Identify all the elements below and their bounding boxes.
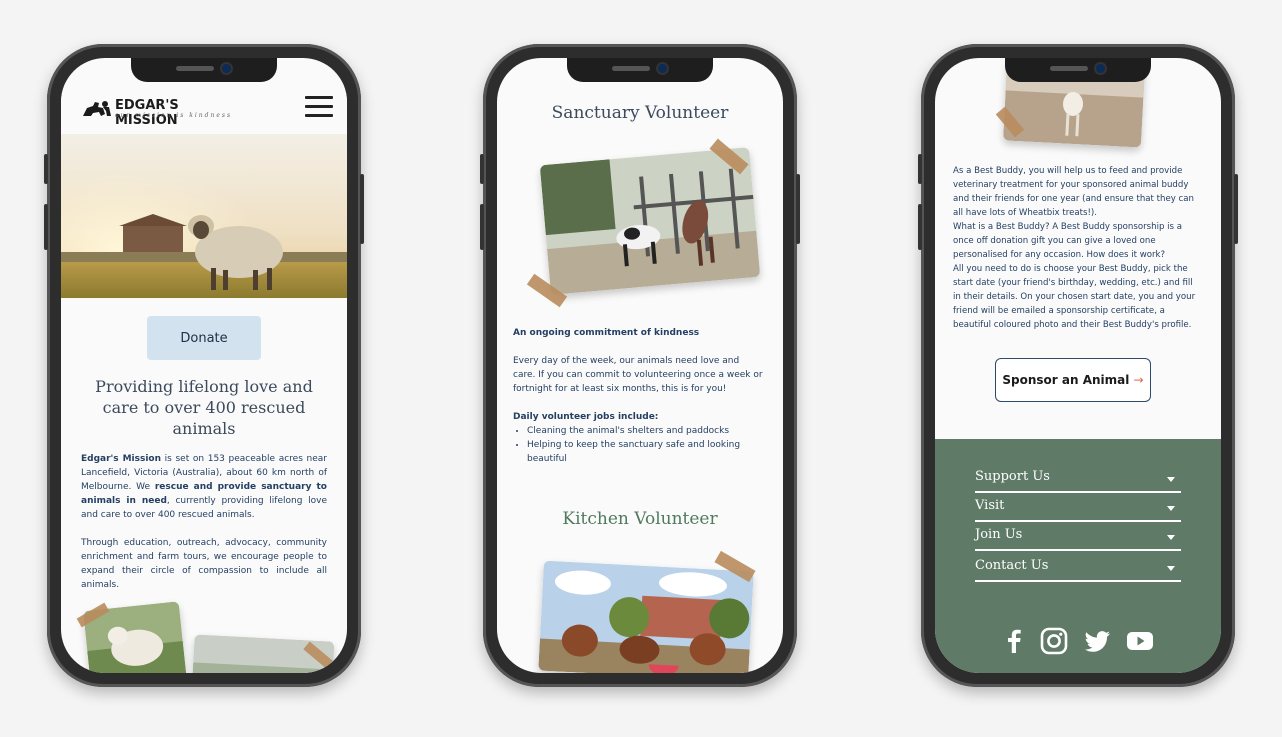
footer-accordion-visit[interactable]: Visit	[975, 496, 1181, 522]
best-buddy-description: As a Best Buddy, you will help us to fee…	[953, 164, 1203, 332]
site-header: EDGAR'S MISSION our mission is kindness	[61, 82, 347, 134]
arrow-right-icon: →	[1133, 373, 1144, 387]
twitter-icon[interactable]	[1083, 626, 1113, 656]
phone-mockup-home: EDGAR'S MISSION our mission is kindness	[44, 44, 364, 687]
logo-icon	[83, 101, 111, 116]
footer-accordion-join[interactable]: Join Us	[975, 525, 1181, 551]
donate-button[interactable]: Donate	[147, 316, 261, 360]
phone-screen: As a Best Buddy, you will help us to fee…	[935, 58, 1221, 673]
jobs-list: Cleaning the animal's shelters and paddo…	[513, 424, 763, 466]
best-buddy-para-1: As a Best Buddy, you will help us to fee…	[953, 166, 1194, 218]
phone-notch	[567, 58, 713, 82]
phone-screen: Sanctuary Volunteer An ongoing commitmen…	[497, 58, 783, 673]
sponsor-button-label: Sponsor an Animal	[1002, 373, 1130, 387]
hero-sheep-image	[61, 134, 347, 298]
jobs-heading: Daily volunteer jobs include:	[513, 412, 659, 422]
caret-down-icon	[1167, 535, 1175, 540]
footer-accordion-label: Support Us	[975, 469, 1050, 484]
brand-tagline: our mission is kindness	[115, 112, 233, 119]
footer-accordion-contact[interactable]: Contact Us	[975, 556, 1181, 582]
site-footer: Support Us Visit Join Us Contact Us	[935, 439, 1221, 673]
sheep-field-photo	[61, 134, 347, 298]
phone-mockup-sponsor: As a Best Buddy, you will help us to fee…	[918, 44, 1238, 687]
instagram-icon[interactable]	[1039, 626, 1069, 656]
footer-accordion-label: Contact Us	[975, 558, 1049, 573]
phone-screen: EDGAR'S MISSION our mission is kindness	[61, 58, 347, 673]
section-title-kitchen: Kitchen Volunteer	[562, 509, 718, 529]
list-item: Helping to keep the sanctuary safe and l…	[527, 438, 763, 466]
phone-mockup-volunteer: Sanctuary Volunteer An ongoing commitmen…	[480, 44, 800, 687]
best-buddy-para-2: What is a Best Buddy? A Best Buddy spons…	[953, 222, 1183, 260]
intro-heading: An ongoing commitment of kindness	[513, 328, 700, 338]
intro-paragraph: Edgar's Mission is set on 153 peaceable …	[81, 454, 327, 520]
org-name: Edgar's Mission	[81, 454, 161, 464]
page-heading: Providing lifelong love and care to over…	[95, 377, 313, 438]
phone-notch	[131, 58, 277, 82]
goats-photo	[539, 147, 761, 295]
youtube-icon[interactable]	[1125, 626, 1155, 656]
intro-body: Every day of the week, our animals need …	[513, 356, 763, 394]
footer-accordion-support[interactable]: Support Us	[975, 467, 1181, 493]
best-buddy-para-3: All you need to do is choose your Best B…	[953, 264, 1196, 330]
caret-down-icon	[1167, 477, 1175, 482]
sanctuary-volunteer-content: An ongoing commitment of kindness Every …	[513, 326, 763, 466]
footer-accordion-label: Visit	[975, 498, 1005, 513]
sponsor-animal-button[interactable]: Sponsor an Animal →	[995, 358, 1151, 402]
caret-down-icon	[1167, 506, 1175, 511]
footer-accordion-label: Join Us	[975, 527, 1023, 542]
caret-down-icon	[1167, 566, 1175, 571]
site-logo[interactable]: EDGAR'S MISSION our mission is kindness	[81, 94, 241, 128]
list-item: Cleaning the animal's shelters and paddo…	[527, 424, 763, 438]
chickens-photo	[538, 560, 754, 673]
section-title-sanctuary: Sanctuary Volunteer	[551, 103, 729, 123]
facebook-icon[interactable]	[999, 626, 1029, 656]
phone-notch	[1005, 58, 1151, 82]
mission-paragraph: Through education, outreach, advocacy, c…	[81, 538, 327, 590]
hamburger-menu-icon[interactable]	[305, 96, 333, 118]
